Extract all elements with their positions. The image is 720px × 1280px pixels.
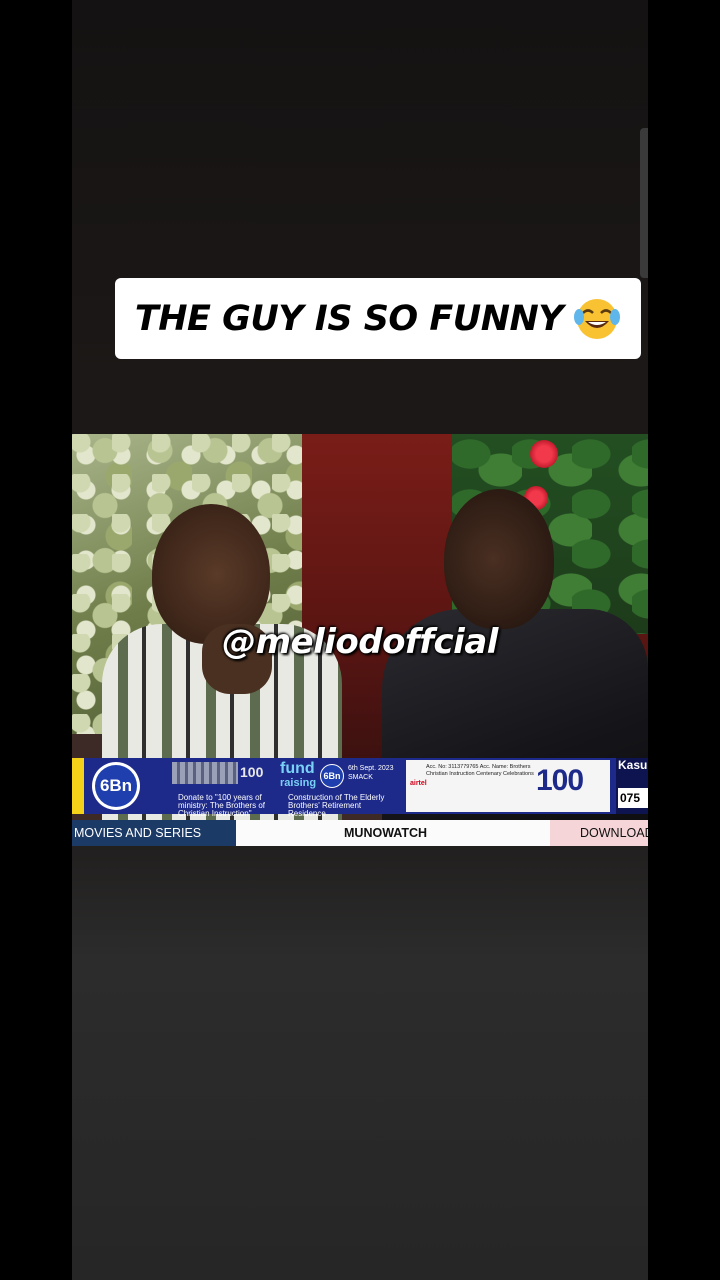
centenary-logo-large: 100 — [536, 764, 584, 797]
fund-line2: raising — [280, 777, 317, 789]
venue-line: SMACK — [348, 774, 373, 781]
ticker-left: MOVIES AND SERIES — [72, 820, 236, 846]
banner-middle: 100 fund raising 6Bn 6th Sept. 2023 SMAC… — [172, 760, 404, 818]
banner-6bn-label: 6Bn — [95, 765, 137, 807]
caption-text: THE GUY IS SO FUNNY — [134, 298, 564, 339]
building-image — [172, 762, 238, 784]
watermark-handle: @meliodoffcial — [222, 622, 498, 662]
ticker-middle: MUNOWATCH — [344, 826, 428, 840]
news-ticker: MOVIES AND SERIES MUNOWATCH DOWNLOAD — [72, 820, 648, 846]
banner-6bn-badge: 6Bn — [92, 762, 140, 810]
caption-box: THE GUY IS SO FUNNY — [115, 278, 641, 359]
fundraising-title: fund raising — [280, 760, 317, 790]
video-frame[interactable]: @meliodoffcial 6Bn 100 fund raising 6Bn … — [72, 434, 648, 846]
banner-right-number: 075 — [618, 788, 648, 808]
banner-right-panel: Kasu 075 — [616, 758, 648, 814]
centenary-logo-small: 100 — [240, 764, 264, 780]
event-date: 6th Sept. 2023 SMACK — [348, 764, 394, 782]
banner-account-panel: Acc. No: 3113779765 Acc. Name: Brothers … — [406, 760, 610, 812]
face-with-tears-of-joy-icon — [573, 297, 621, 341]
donate-text: Donate to "100 years of ministry: The Br… — [178, 793, 265, 818]
video-player[interactable]: THE GUY IS SO FUNNY @meliodoffcial 6Bn 1… — [72, 0, 648, 1280]
date-line1: 6th Sept. 2023 — [348, 765, 394, 772]
fund-badge: 6Bn — [320, 764, 344, 788]
red-flower — [530, 440, 558, 468]
airtel-logo: airtel — [410, 780, 427, 787]
banner-right-text: Kasu — [618, 758, 648, 772]
account-text: Acc. No: 3113779765 Acc. Name: Brothers … — [426, 764, 534, 777]
banner-tab — [72, 758, 84, 814]
fund-line1: fund — [280, 760, 315, 777]
ticker-right: DOWNLOAD — [550, 820, 648, 846]
sponsor-banner: 6Bn 100 fund raising 6Bn 6th Sept. 2023 … — [72, 758, 648, 818]
construction-text: Construction of The Elderly Brothers' Re… — [288, 793, 385, 818]
scrollbar[interactable] — [640, 128, 648, 278]
